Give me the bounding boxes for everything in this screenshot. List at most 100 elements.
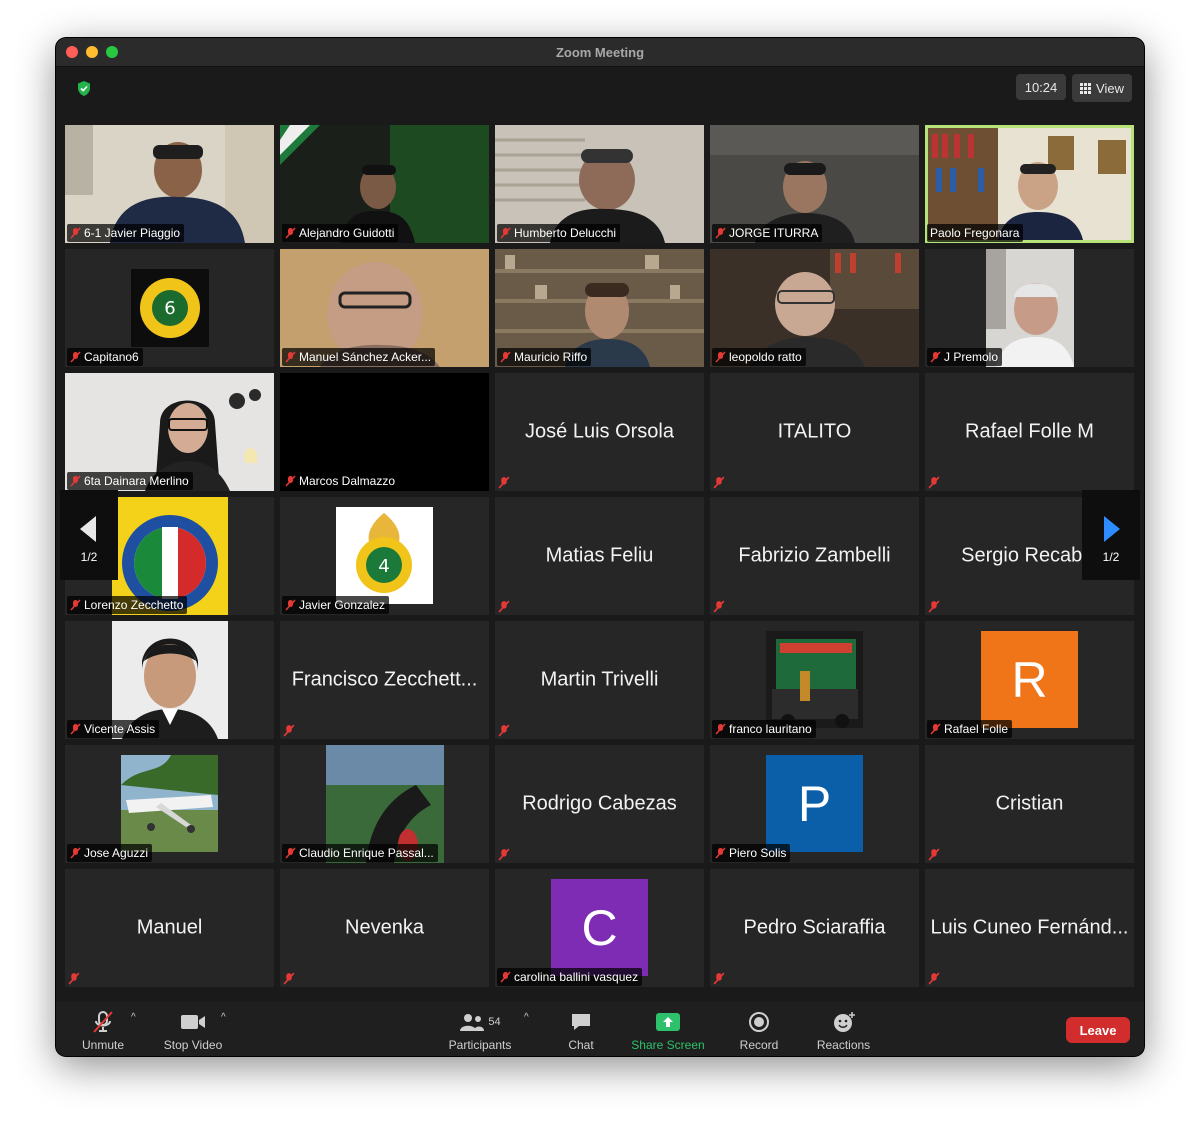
participant-tile[interactable]: Manuel Sánchez Acker... [280,249,489,367]
next-page-button[interactable]: 1/2 [1082,490,1140,580]
muted-mic-icon [500,971,511,983]
participants-icon [460,1014,485,1031]
muted-mic-icon [930,351,941,363]
participant-tile[interactable]: C carolina ballini vasquez [495,869,704,987]
participant-label: 6-1 Javier Piaggio [67,224,185,242]
muted-mic-icon [500,227,511,239]
participants-button[interactable]: 54 Participants [444,1008,516,1052]
participants-options-caret[interactable]: ^ [524,1012,529,1023]
participant-tile[interactable]: Rodrigo Cabezas [495,745,704,863]
audio-options-caret[interactable]: ^ [131,1012,136,1023]
participant-tile[interactable]: Fabrizio Zambelli [710,497,919,615]
participant-tile[interactable]: Pedro Sciaraffia [710,869,919,987]
participant-tile[interactable]: Martin Trivelli [495,621,704,739]
participant-label: Lorenzo Zecchetto [67,596,188,614]
participant-label: Manuel Sánchez Acker... [282,348,436,366]
participant-tile[interactable]: franco lauritano [710,621,919,739]
participant-tile[interactable]: R Rafael Folle [925,621,1134,739]
participant-tile[interactable]: ITALITO [710,373,919,491]
muted-mic-icon [498,848,510,861]
participant-name: Pedro Sciaraffia [743,916,886,939]
participant-tile[interactable]: 4 Javier Gonzalez [280,497,489,615]
unmute-button[interactable]: Unmute [78,1008,128,1052]
participant-tile[interactable]: 6-1 Javier Piaggio [65,125,274,243]
participant-profile-picture [766,631,863,728]
avatar: P [766,755,863,852]
record-button[interactable]: Record [734,1008,784,1052]
muted-microphone-icon [93,1011,113,1033]
participant-tile[interactable]: 6ta Dainara Merlino [65,373,274,491]
participant-tile[interactable]: Vicente Assis [65,621,274,739]
muted-mic-icon [498,476,510,489]
muted-mic-icon [70,847,81,859]
record-icon [749,1012,769,1032]
participant-name: Martin Trivelli [540,668,659,691]
muted-mic-icon [928,972,940,985]
participant-tile[interactable]: P Piero Solis [710,745,919,863]
participant-label: Mauricio Riffo [497,348,592,366]
chevron-right-icon [1104,516,1120,542]
share-screen-icon [656,1013,680,1031]
participant-tile[interactable]: Cristian [925,745,1134,863]
grid-icon [1080,82,1092,94]
participant-tile[interactable]: Rafael Folle M [925,373,1134,491]
participant-profile-picture: 6 [131,269,209,347]
participant-name: Luis Cuneo Fernánd... [930,916,1129,939]
participant-tile[interactable]: J Premolo [925,249,1134,367]
share-screen-button[interactable]: Share Screen [628,1008,708,1052]
participant-tile[interactable]: Matias Feliu [495,497,704,615]
participant-label: Rafael Folle [927,720,1013,738]
svg-text:4: 4 [378,556,389,577]
participant-tile[interactable]: Luis Cuneo Fernánd... [925,869,1134,987]
window-title: Zoom Meeting [555,45,645,60]
leave-button[interactable]: Leave [1066,1017,1130,1043]
participant-tile[interactable]: leopoldo ratto [710,249,919,367]
participant-tile[interactable]: Jose Aguzzi [65,745,274,863]
participant-tile-active-speaker[interactable]: Paolo Fregonara [925,125,1134,243]
muted-mic-icon [70,227,81,239]
page-indicator-left: 1/2 [80,550,98,564]
participant-name: Francisco Zecchett... [291,668,478,691]
muted-mic-icon [285,475,296,487]
participant-tile[interactable]: Alejandro Guidotti [280,125,489,243]
reactions-button[interactable]: Reactions [811,1008,876,1052]
muted-mic-icon [715,723,726,735]
stop-video-button[interactable]: Stop Video [158,1008,228,1052]
chat-button[interactable]: Chat [561,1008,601,1052]
participant-tile[interactable]: Marcos Dalmazzo [280,373,489,491]
participant-tile[interactable]: 6 Capitano6 [65,249,274,367]
security-shield-icon[interactable] [76,80,92,97]
muted-mic-icon [715,847,726,859]
video-options-caret[interactable]: ^ [221,1012,226,1023]
muted-mic-icon [283,972,295,985]
page-indicator-right: 1/2 [1102,550,1120,564]
muted-mic-icon [285,227,296,239]
chat-bubble-icon [572,1014,590,1030]
participant-tile[interactable]: Humberto Delucchi [495,125,704,243]
participant-label: franco lauritano [712,720,816,738]
muted-mic-icon [713,600,725,613]
muted-mic-icon [928,600,940,613]
participant-tile[interactable]: Francisco Zecchett... [280,621,489,739]
muted-mic-icon [285,599,296,611]
participant-name: Manuel [136,916,203,939]
previous-page-button[interactable]: 1/2 [60,490,118,580]
participant-tile[interactable]: Manuel [65,869,274,987]
participant-label: Paolo Fregonara [927,224,1024,242]
muted-mic-icon [68,972,80,985]
participant-label: Capitano6 [67,348,143,366]
participant-name: José Luis Orsola [525,420,674,443]
participant-tile[interactable]: Nevenka [280,869,489,987]
muted-mic-icon [930,723,941,735]
muted-mic-icon [928,476,940,489]
muted-mic-icon [70,351,81,363]
muted-mic-icon [70,599,81,611]
muted-mic-icon [715,227,726,239]
participant-tile[interactable]: Claudio Enrique Passal... [280,745,489,863]
view-button[interactable]: View [1072,74,1132,102]
participant-label: 6ta Dainara Merlino [67,472,193,490]
participant-tile[interactable]: José Luis Orsola [495,373,704,491]
participant-tile[interactable]: Mauricio Riffo [495,249,704,367]
participant-tile[interactable]: JORGE ITURRA [710,125,919,243]
participant-label: Claudio Enrique Passal... [282,844,438,862]
